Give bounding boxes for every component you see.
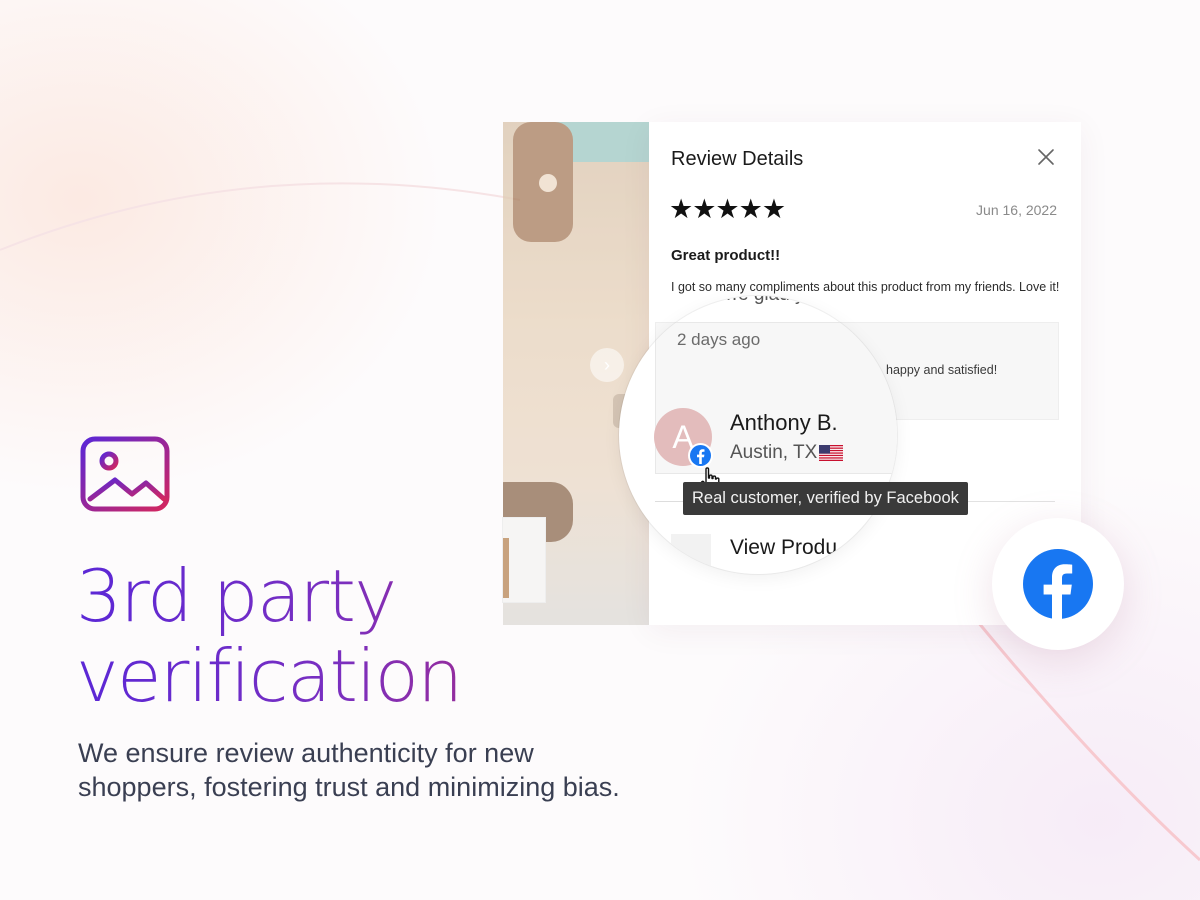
review-date: Jun 16, 2022 bbox=[976, 202, 1057, 218]
headline-line-2: verification bbox=[76, 634, 462, 718]
review-body: I got so many compliments about this pro… bbox=[671, 280, 1060, 294]
facebook-logo-bubble bbox=[992, 518, 1124, 650]
close-icon[interactable] bbox=[1035, 146, 1057, 168]
store-reply-text: happy and satisfied! bbox=[886, 363, 998, 377]
facebook-badge-icon[interactable] bbox=[688, 443, 713, 468]
view-product-link[interactable]: View Produ bbox=[730, 536, 837, 560]
panel-title: Review Details bbox=[671, 148, 804, 170]
reply-partial-text: …e glad yo bbox=[719, 296, 815, 306]
magnifier-lens: …e glad yo 2 days ago A Anthony B. Austi… bbox=[619, 296, 897, 574]
subtext: We ensure review authenticity for new sh… bbox=[78, 738, 620, 802]
reviewer-location: Austin, TX bbox=[730, 442, 818, 463]
relative-time: 2 days ago bbox=[677, 330, 761, 349]
verification-tooltip: Real customer, verified by Facebook bbox=[683, 482, 968, 515]
star-rating: ★★★★★ bbox=[669, 194, 786, 225]
reviewer-name: Anthony B. bbox=[730, 410, 838, 435]
product-thumbnail[interactable] bbox=[503, 518, 545, 602]
us-flag-icon bbox=[819, 445, 843, 461]
image-icon bbox=[80, 436, 170, 512]
review-title: Great product!! bbox=[671, 247, 781, 264]
product-thumbnail-magnified bbox=[671, 534, 711, 574]
facebook-logo-icon bbox=[1023, 549, 1093, 620]
